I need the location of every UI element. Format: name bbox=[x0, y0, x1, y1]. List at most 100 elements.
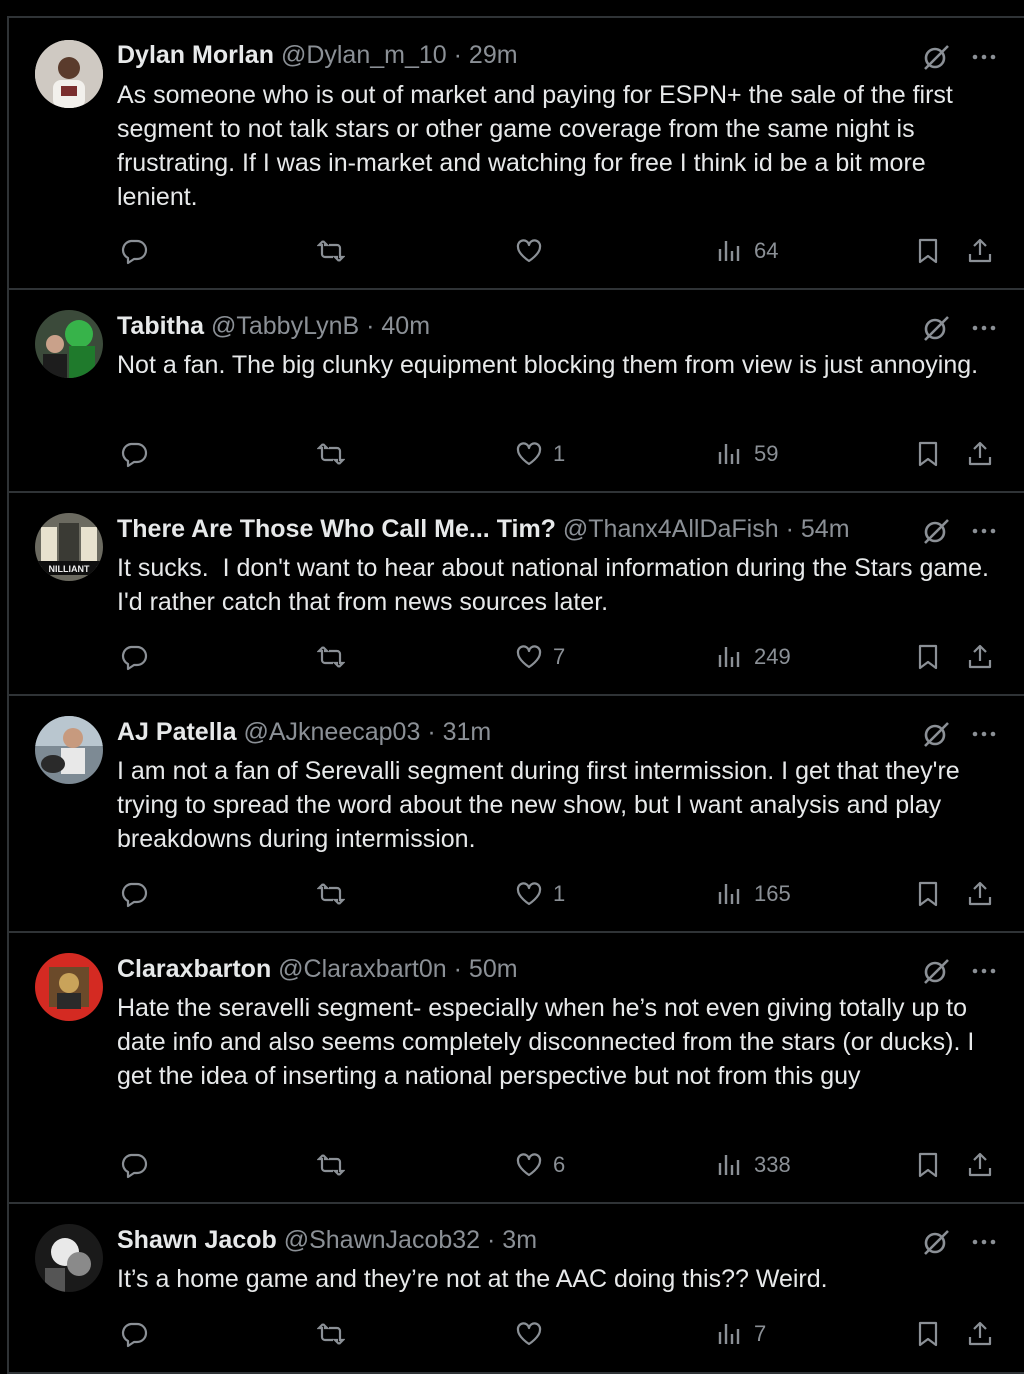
share-icon bbox=[968, 644, 992, 669]
avatar[interactable] bbox=[35, 953, 103, 1021]
reply-icon bbox=[121, 239, 148, 265]
repost-icon bbox=[317, 646, 345, 668]
reply-button[interactable] bbox=[120, 234, 148, 268]
views-icon bbox=[718, 1324, 740, 1344]
post[interactable]: Shawn Jacob @ShawnJacob32 · 3m It’s a ho… bbox=[9, 1204, 1024, 1372]
avatar[interactable] bbox=[35, 310, 103, 378]
bookmark-button[interactable] bbox=[914, 1317, 942, 1351]
share-button[interactable] bbox=[966, 877, 994, 911]
avatar[interactable] bbox=[35, 1224, 103, 1292]
repost-button[interactable] bbox=[317, 437, 345, 471]
bookmark-button[interactable] bbox=[914, 877, 942, 911]
grok-icon[interactable] bbox=[921, 42, 951, 72]
more-icon[interactable] bbox=[969, 956, 999, 986]
author-handle[interactable]: @Dylan_m_10 bbox=[281, 41, 447, 69]
like-icon bbox=[516, 1322, 542, 1346]
author-handle[interactable]: @ShawnJacob32 bbox=[284, 1226, 480, 1254]
like-button[interactable]: 7 bbox=[515, 640, 565, 674]
separator: · bbox=[366, 312, 375, 340]
more-icon[interactable] bbox=[969, 719, 999, 749]
author-name[interactable]: Dylan Morlan bbox=[117, 41, 274, 69]
views-button[interactable]: 7 bbox=[716, 1317, 766, 1351]
grok-icon[interactable] bbox=[921, 1227, 951, 1257]
like-button[interactable]: 6 bbox=[515, 1148, 565, 1182]
share-icon bbox=[968, 1152, 992, 1177]
author-name[interactable]: AJ Patella bbox=[117, 718, 237, 746]
bookmark-button[interactable] bbox=[914, 234, 942, 268]
post[interactable]: Tabitha @TabbyLynB · 40m Not a fan. The … bbox=[9, 290, 1024, 491]
like-count: 7 bbox=[553, 644, 566, 669]
timestamp[interactable]: 29m bbox=[469, 41, 518, 69]
timestamp[interactable]: 50m bbox=[469, 955, 518, 983]
action-bar: 64 bbox=[9, 234, 1024, 268]
repost-icon bbox=[317, 1323, 345, 1345]
like-button[interactable] bbox=[515, 1317, 553, 1351]
post[interactable]: Claraxbarton @Claraxbart0n · 50m Hate th… bbox=[9, 933, 1024, 1202]
avatar[interactable] bbox=[35, 40, 103, 108]
bookmark-icon bbox=[918, 1321, 938, 1347]
repost-button[interactable] bbox=[317, 877, 345, 911]
views-button[interactable]: 165 bbox=[716, 877, 791, 911]
more-icon[interactable] bbox=[969, 313, 999, 343]
view-count: 7 bbox=[754, 1321, 767, 1346]
share-button[interactable] bbox=[966, 1148, 994, 1182]
reply-button[interactable] bbox=[120, 877, 148, 911]
grok-icon[interactable] bbox=[921, 956, 951, 986]
like-button[interactable] bbox=[515, 234, 553, 268]
reply-button[interactable] bbox=[120, 1148, 148, 1182]
view-count: 165 bbox=[754, 881, 791, 906]
share-icon bbox=[968, 881, 992, 906]
action-bar: 7 bbox=[9, 1317, 1024, 1351]
timestamp[interactable]: 40m bbox=[381, 312, 430, 340]
avatar[interactable] bbox=[35, 716, 103, 784]
author-handle[interactable]: @Claraxbart0n bbox=[278, 955, 447, 983]
reply-button[interactable] bbox=[120, 1317, 148, 1351]
repost-button[interactable] bbox=[317, 640, 345, 674]
bookmark-button[interactable] bbox=[914, 640, 942, 674]
more-icon[interactable] bbox=[969, 42, 999, 72]
more-icon[interactable] bbox=[969, 1227, 999, 1257]
share-button[interactable] bbox=[966, 234, 994, 268]
post[interactable]: NILLIANT There Are Those Who Call Me... … bbox=[9, 493, 1024, 694]
views-button[interactable]: 64 bbox=[716, 234, 778, 268]
post[interactable]: Dylan Morlan @Dylan_m_10 · 29m As someon… bbox=[9, 18, 1024, 288]
like-button[interactable]: 1 bbox=[515, 437, 565, 471]
views-icon bbox=[718, 1155, 740, 1175]
repost-button[interactable] bbox=[317, 1317, 345, 1351]
author-name[interactable]: Shawn Jacob bbox=[117, 1226, 277, 1254]
author-handle[interactable]: @TabbyLynB bbox=[211, 312, 359, 340]
reply-button[interactable] bbox=[120, 437, 148, 471]
grok-icon[interactable] bbox=[921, 313, 951, 343]
author-name[interactable]: There Are Those Who Call Me... Tim? bbox=[117, 515, 556, 543]
like-count: 1 bbox=[553, 441, 566, 466]
views-button[interactable]: 338 bbox=[716, 1148, 791, 1182]
repost-button[interactable] bbox=[317, 234, 345, 268]
reply-button[interactable] bbox=[120, 640, 148, 674]
grok-icon[interactable] bbox=[921, 516, 951, 546]
author-name[interactable]: Claraxbarton bbox=[117, 955, 271, 983]
more-icon[interactable] bbox=[969, 516, 999, 546]
post-text: As someone who is out of market and payi… bbox=[117, 81, 953, 211]
repost-button[interactable] bbox=[317, 1148, 345, 1182]
avatar[interactable]: NILLIANT bbox=[35, 513, 103, 581]
views-button[interactable]: 59 bbox=[716, 437, 778, 471]
like-icon bbox=[516, 1153, 542, 1177]
share-button[interactable] bbox=[966, 1317, 994, 1351]
views-icon bbox=[718, 241, 740, 261]
reply-icon bbox=[121, 442, 148, 468]
like-button[interactable]: 1 bbox=[515, 877, 565, 911]
grok-icon[interactable] bbox=[921, 719, 951, 749]
bookmark-button[interactable] bbox=[914, 1148, 942, 1182]
share-button[interactable] bbox=[966, 640, 994, 674]
author-handle[interactable]: @Thanx4AllDaFish bbox=[563, 515, 779, 543]
author-handle[interactable]: @AJkneecap03 bbox=[243, 718, 420, 746]
author-name[interactable]: Tabitha bbox=[117, 312, 204, 340]
views-button[interactable]: 249 bbox=[716, 640, 791, 674]
timestamp[interactable]: 31m bbox=[443, 718, 492, 746]
bookmark-button[interactable] bbox=[914, 437, 942, 471]
post[interactable]: AJ Patella @AJkneecap03 · 31m I am not a… bbox=[9, 696, 1024, 931]
timestamp[interactable]: 3m bbox=[502, 1226, 537, 1254]
share-button[interactable] bbox=[966, 437, 994, 471]
timestamp[interactable]: 54m bbox=[801, 515, 850, 543]
post-text: It sucks. I don't want to hear about nat… bbox=[117, 554, 1003, 616]
